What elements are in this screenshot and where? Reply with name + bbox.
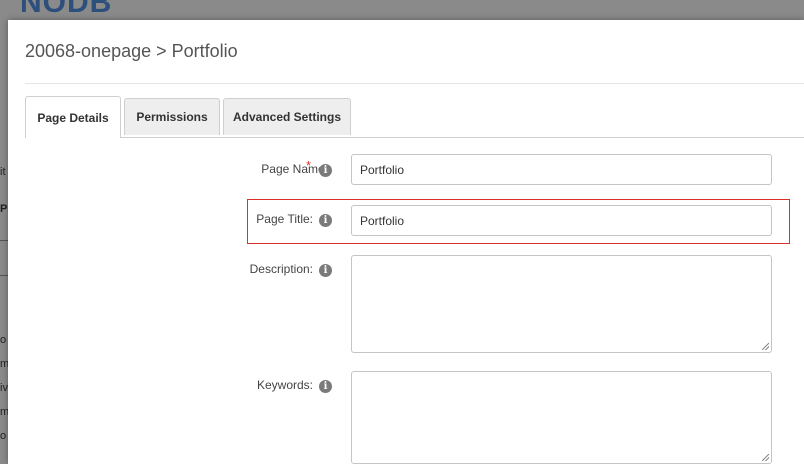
tab-advanced-settings[interactable]: Advanced Settings xyxy=(223,98,351,135)
keywords-label: Keywords: xyxy=(256,378,313,392)
page-title-input[interactable]: Portfolio xyxy=(351,205,772,236)
keywords-textarea[interactable] xyxy=(351,371,772,464)
required-marker: * xyxy=(306,158,312,173)
description-textarea[interactable] xyxy=(351,255,772,353)
background-text-fragment: iv xyxy=(0,382,8,394)
background-logo: NODB xyxy=(20,0,113,19)
background-text-fragment: o xyxy=(0,334,7,346)
background-divider xyxy=(0,240,8,241)
background-text-fragment: it xyxy=(0,166,6,178)
background-text-fragment: o xyxy=(0,430,7,442)
dialog-title: 20068-onepage > Portfolio xyxy=(25,41,238,61)
info-icon[interactable]: i xyxy=(319,214,332,227)
background-text-fragment: P xyxy=(0,203,8,215)
resize-handle[interactable] xyxy=(762,343,769,350)
page-title-label: Page Title: xyxy=(256,212,313,226)
page-settings-dialog: 20068-onepage > Portfolio Page Details P… xyxy=(8,20,804,464)
info-icon[interactable]: i xyxy=(319,380,332,393)
resize-handle[interactable] xyxy=(762,454,769,461)
info-icon[interactable]: i xyxy=(319,264,332,277)
title-divider xyxy=(25,83,804,84)
background-divider xyxy=(0,275,8,276)
page-name-label: Page Name: xyxy=(261,162,328,176)
description-label: Description: xyxy=(249,262,313,276)
tab-bar: Page Details Permissions Advanced Settin… xyxy=(25,96,804,138)
page-title-value: Portfolio xyxy=(360,213,405,228)
page-name-value: Portfolio xyxy=(360,162,405,177)
tab-page-details[interactable]: Page Details xyxy=(25,96,121,138)
page-name-input[interactable]: Portfolio xyxy=(351,154,772,185)
tab-permissions[interactable]: Permissions xyxy=(124,98,220,135)
info-icon[interactable]: i xyxy=(319,164,332,177)
